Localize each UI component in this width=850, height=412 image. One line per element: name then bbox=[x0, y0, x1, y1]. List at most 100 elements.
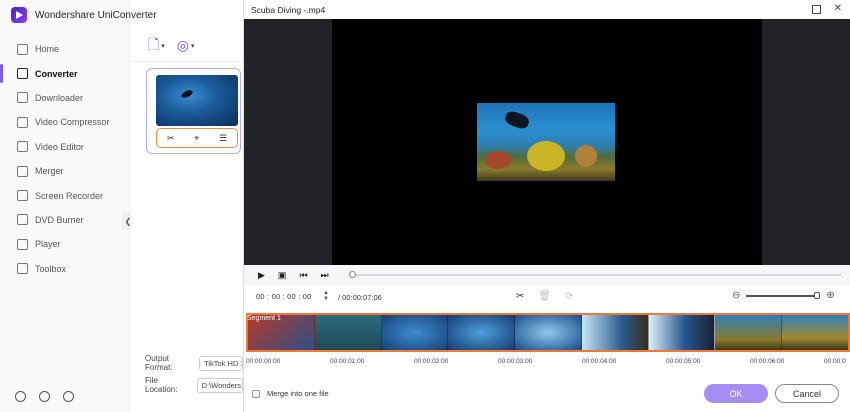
timeline-zoom: ⊖ ⊕ bbox=[732, 290, 835, 301]
merger-icon bbox=[17, 165, 28, 177]
ruler-tick-label: 00:00:02:00 bbox=[414, 358, 449, 365]
feedback-icon[interactable] bbox=[63, 391, 74, 402]
file-location-row: File Location: D:\Wonders bbox=[131, 375, 243, 395]
output-format-row: Output Format: TikTok HD 1 bbox=[131, 353, 243, 373]
merge-option[interactable]: Merge into one file bbox=[252, 389, 329, 398]
ruler-tick-label: 00:00:0 bbox=[824, 358, 846, 365]
delete-icon[interactable]: 🗑 bbox=[538, 291, 551, 302]
sidebar-item-downloader[interactable]: Downloader bbox=[0, 86, 130, 110]
notification-icon[interactable] bbox=[39, 391, 50, 402]
dialog-footer: Merge into one file OK Cancel bbox=[244, 382, 850, 406]
crop-icon[interactable]: ⌖ bbox=[194, 133, 199, 144]
effects-icon[interactable]: ☰ bbox=[219, 133, 227, 144]
timeline-frame bbox=[715, 315, 783, 350]
chevron-down-icon: ▾ bbox=[161, 42, 165, 50]
file-location-field[interactable]: D:\Wonders bbox=[196, 377, 243, 393]
toolbox-icon bbox=[17, 263, 28, 275]
playback-controls: ▶ ▣ ⏮ ⏭ bbox=[244, 265, 850, 285]
load-dvd-button[interactable]: ◎ ▾ bbox=[177, 37, 195, 54]
zoom-slider[interactable] bbox=[746, 291, 821, 299]
converter-icon bbox=[17, 68, 28, 80]
playback-progress-bar[interactable] bbox=[353, 274, 841, 276]
sidebar-item-video-compressor[interactable]: Video Compressor bbox=[0, 110, 130, 134]
sidebar-item-player[interactable]: Player bbox=[0, 232, 130, 256]
player-icon bbox=[17, 238, 28, 250]
ruler-tick-label: 00:00:01:00 bbox=[330, 358, 365, 365]
next-frame-icon[interactable]: ⏭ bbox=[321, 270, 329, 281]
maximize-icon[interactable] bbox=[811, 5, 821, 14]
timeline-frame bbox=[515, 315, 582, 350]
sidebar: Home Converter Downloader Video Compress… bbox=[0, 0, 130, 412]
sidebar-item-label: Home bbox=[35, 44, 60, 55]
chevron-down-icon: ▾ bbox=[191, 42, 195, 50]
zoom-slider-handle[interactable] bbox=[814, 291, 821, 299]
timeline-frame bbox=[581, 315, 649, 350]
timeline-frame bbox=[782, 315, 848, 350]
video-editor-icon bbox=[17, 141, 28, 153]
time-stepper[interactable]: ▲ ▼ bbox=[323, 290, 329, 302]
trim-dialog: Scuba Diving -.mp4 ✕ ▶ ▣ ⏮ ⏭ 00 : 00 : 0… bbox=[243, 0, 850, 412]
sidebar-item-label: Video Compressor bbox=[35, 117, 110, 128]
sidebar-item-toolbox[interactable]: Toolbox bbox=[0, 257, 130, 281]
close-icon[interactable]: ✕ bbox=[834, 3, 842, 14]
zoom-in-icon[interactable]: ⊕ bbox=[826, 290, 834, 301]
dvd-icon bbox=[17, 214, 28, 226]
merge-checkbox[interactable] bbox=[252, 389, 260, 398]
help-icon[interactable] bbox=[15, 391, 26, 402]
timeline-frame bbox=[314, 315, 382, 350]
coral-shape bbox=[485, 151, 511, 169]
sidebar-bottom-icons bbox=[15, 391, 74, 402]
current-time-input[interactable]: 00 : 00 : 00 : 00 bbox=[256, 292, 312, 301]
dialog-title: Scuba Diving -.mp4 bbox=[251, 5, 326, 15]
coral-shape bbox=[575, 145, 597, 167]
add-dvd-icon: ◎ bbox=[176, 37, 189, 53]
diver-shape bbox=[503, 109, 531, 131]
screen-recorder-icon bbox=[17, 190, 28, 202]
sidebar-item-home[interactable]: Home bbox=[0, 37, 130, 61]
merge-label: Merge into one file bbox=[267, 389, 329, 398]
ruler-tick-label: 00:00:06:00 bbox=[750, 358, 785, 365]
zoom-out-icon[interactable]: ⊖ bbox=[732, 290, 740, 301]
sidebar-item-label: Toolbox bbox=[35, 263, 67, 274]
play-icon[interactable]: ▶ bbox=[258, 270, 265, 281]
file-location-label: File Location: bbox=[145, 376, 178, 394]
edit-tools: ✂ ⌖ ☰ bbox=[156, 128, 238, 148]
window-controls: ✕ bbox=[811, 3, 842, 14]
sidebar-item-converter[interactable]: Converter bbox=[0, 61, 130, 85]
sidebar-item-video-editor[interactable]: Video Editor bbox=[0, 135, 130, 159]
ruler-tick-label: 00:00:00:00 bbox=[246, 358, 281, 365]
chevron-down-icon[interactable]: ▼ bbox=[323, 296, 329, 302]
segment-label: Segment 1 bbox=[247, 315, 281, 322]
cancel-button[interactable]: Cancel bbox=[775, 384, 839, 403]
video-preview bbox=[244, 19, 850, 265]
sidebar-item-dvd-burner[interactable]: DVD Burner bbox=[0, 208, 130, 232]
ruler-tick-label: 00:00:05:00 bbox=[666, 358, 701, 365]
app-header: Wondershare UniConverter bbox=[0, 0, 243, 30]
ok-button[interactable]: OK bbox=[704, 384, 768, 403]
sidebar-item-label: Merger bbox=[35, 166, 64, 177]
timeline-segment[interactable] bbox=[246, 313, 850, 352]
add-files-button[interactable]: 🗋 ▾ bbox=[148, 34, 165, 58]
stop-icon[interactable]: ▣ bbox=[278, 270, 287, 281]
cut-icon[interactable]: ✂ bbox=[516, 291, 524, 302]
sidebar-item-screen-recorder[interactable]: Screen Recorder bbox=[0, 183, 130, 207]
playback-scrubber[interactable] bbox=[349, 271, 356, 278]
converter-toolbar: 🗋 ▾ ◎ ▾ bbox=[131, 30, 243, 62]
output-settings: Output Format: TikTok HD 1 File Location… bbox=[131, 353, 243, 397]
trim-icon[interactable]: ✂ bbox=[167, 133, 175, 144]
sidebar-item-label: Player bbox=[35, 239, 61, 250]
timeline-frame bbox=[448, 315, 516, 350]
previous-frame-icon[interactable]: ⏮ bbox=[299, 270, 307, 281]
reset-icon[interactable]: ⟳ bbox=[565, 291, 573, 302]
output-format-select[interactable]: TikTok HD 1 bbox=[199, 355, 243, 371]
time-toolbar: 00 : 00 : 00 : 00 ▲ ▼ / 00:00:07:06 ✂ 🗑 ⟳… bbox=[244, 286, 850, 310]
add-file-icon: 🗋 bbox=[148, 35, 160, 52]
home-icon bbox=[17, 43, 28, 55]
sidebar-item-merger[interactable]: Merger bbox=[0, 159, 130, 183]
coral-shape bbox=[527, 141, 565, 171]
segment-tools: ✂ 🗑 ⟳ bbox=[516, 291, 573, 302]
sidebar-nav: Home Converter Downloader Video Compress… bbox=[0, 37, 130, 281]
converter-panel: 🗋 ▾ ◎ ▾ ✂ ⌖ ☰ Output Format: TikTok HD 1 F… bbox=[131, 30, 243, 412]
video-item-card[interactable]: ✂ ⌖ ☰ bbox=[146, 68, 241, 154]
timeline-frame bbox=[381, 315, 449, 350]
